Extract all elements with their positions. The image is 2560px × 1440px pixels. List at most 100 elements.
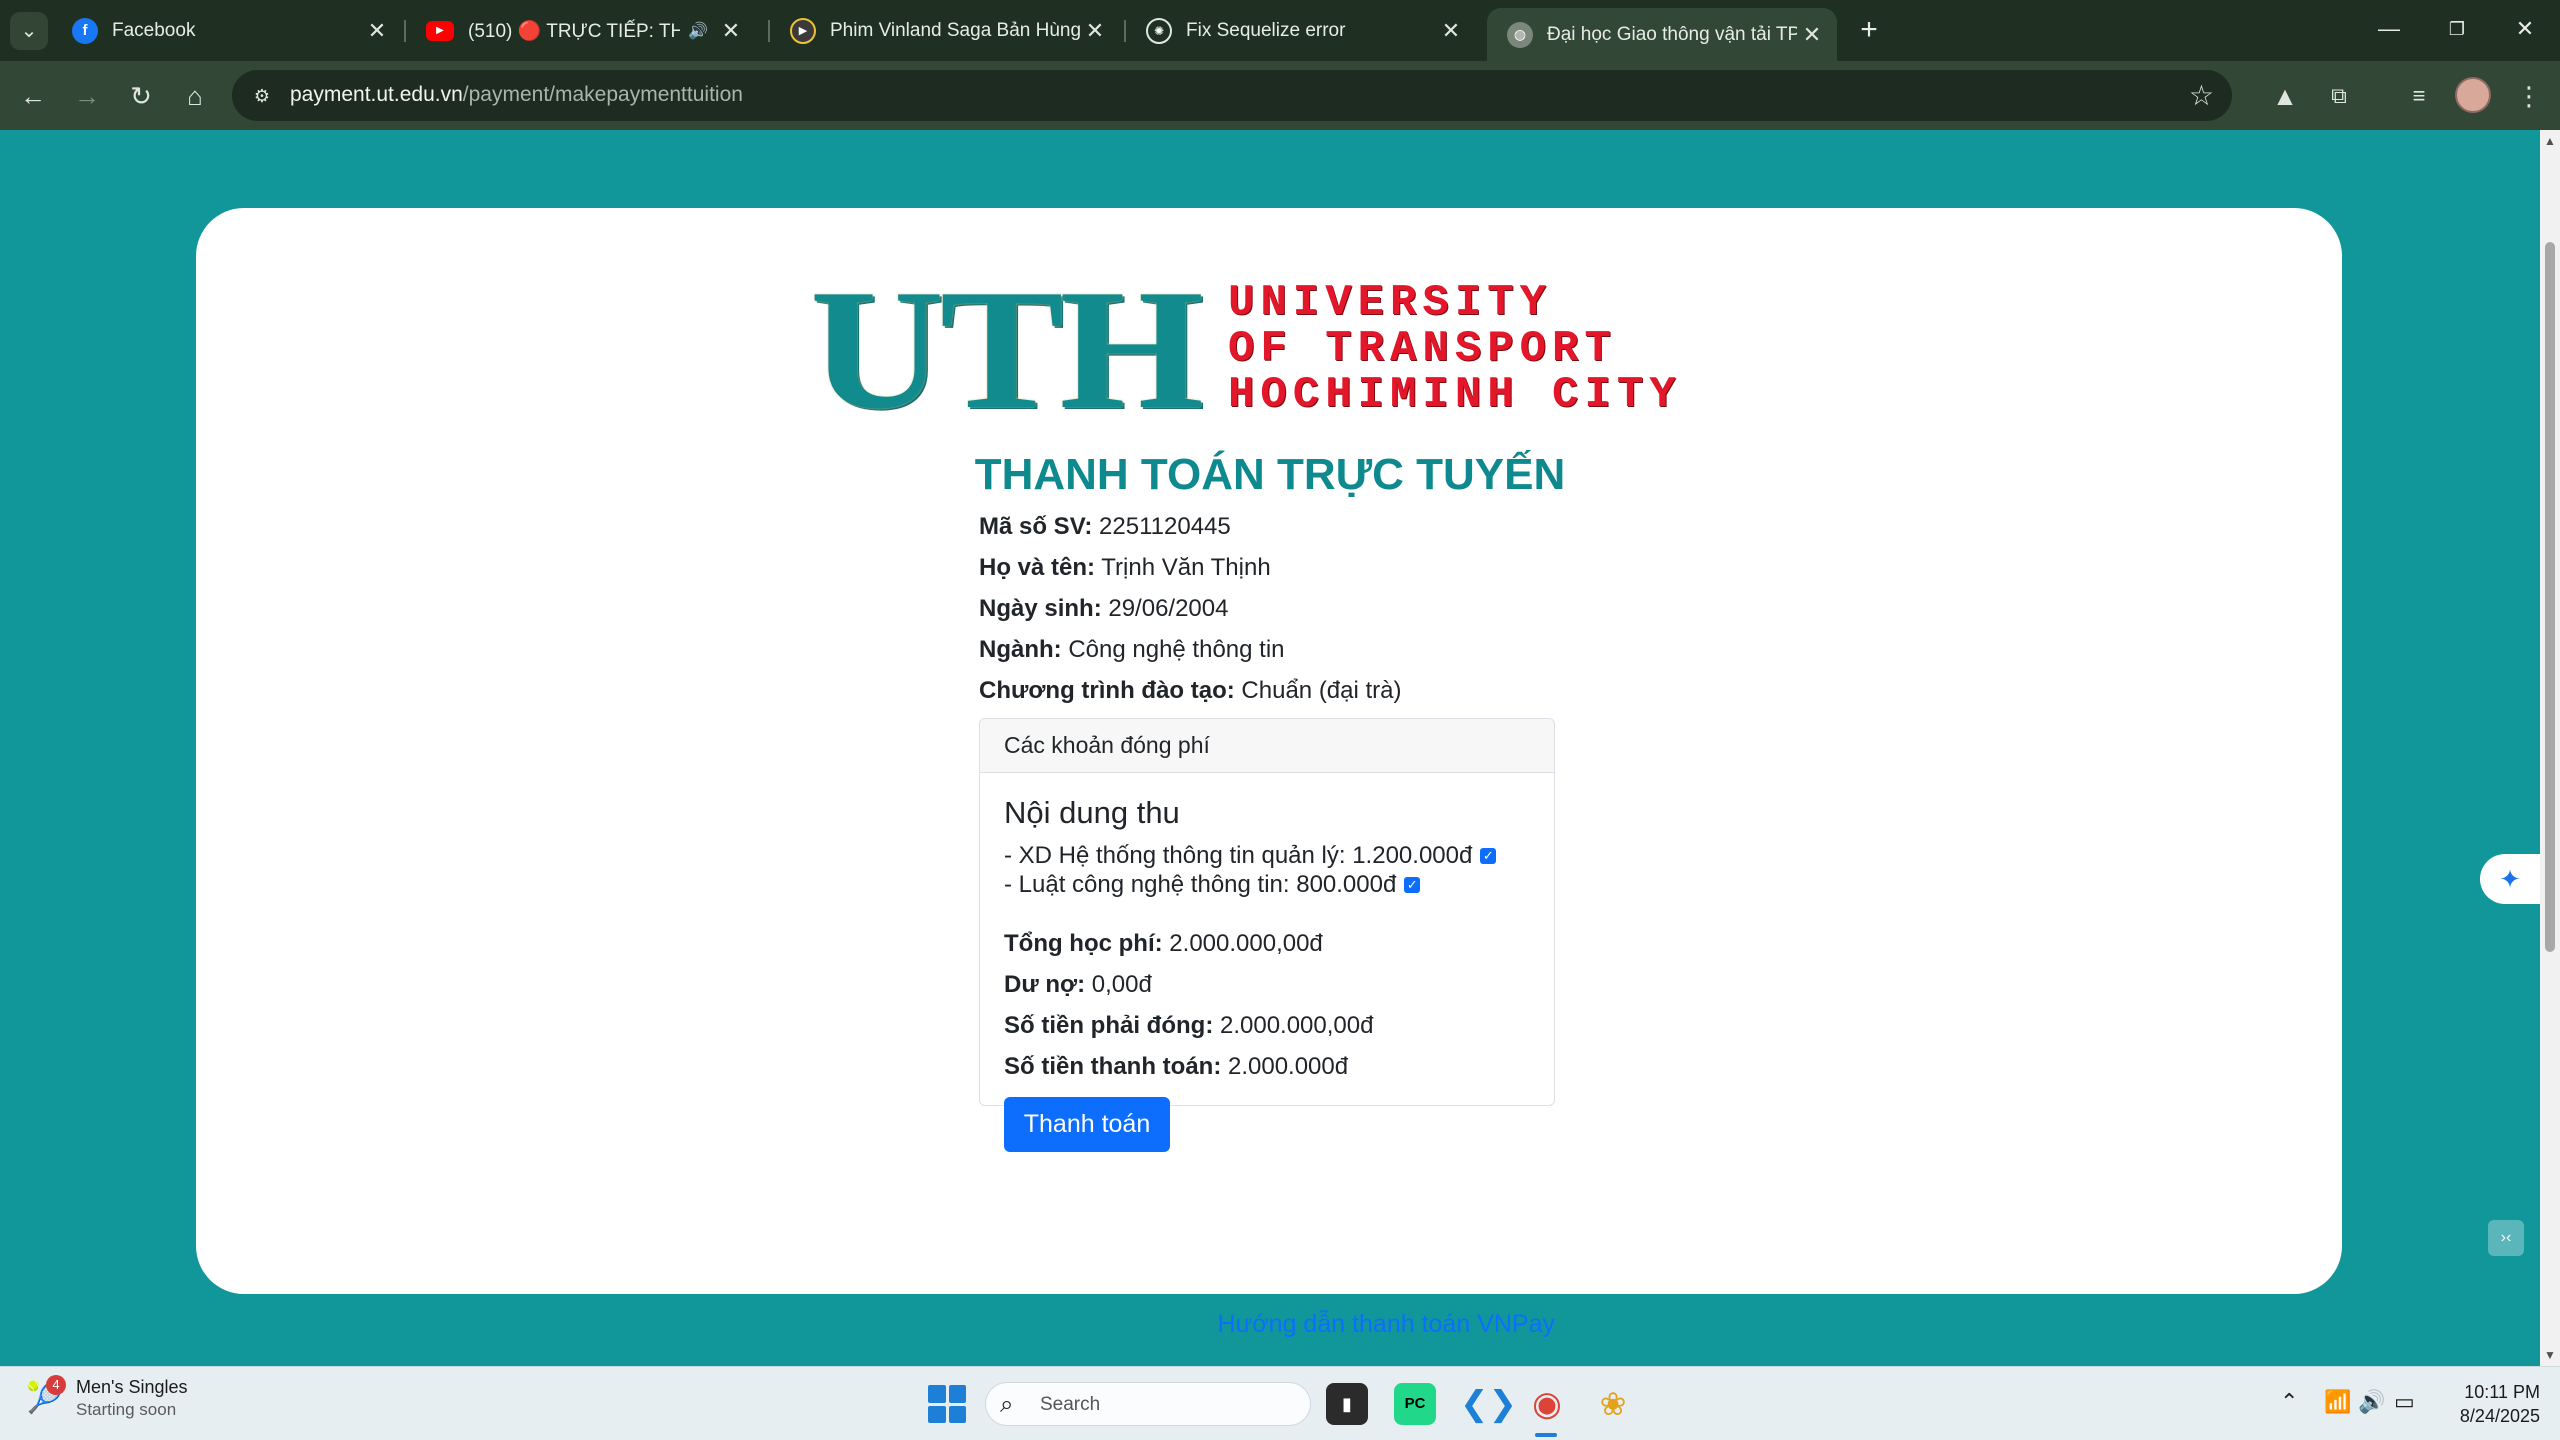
notification-badge: 4	[46, 1374, 66, 1395]
fee-card: Các khoản đóng phí Nội dung thu - XD Hệ …	[979, 718, 1555, 1152]
tab-title: (510) 🔴 TRỰC TIẾP: THE D	[468, 20, 681, 42]
audio-playing-icon[interactable]: 🔊	[688, 21, 708, 41]
clock-time: 10:11 PM	[2464, 1382, 2540, 1402]
search-placeholder: Search	[1040, 1394, 1101, 1415]
tab-uth-active[interactable]: ◍ Đại học Giao thông vận tải TP.H ✕	[1487, 8, 1837, 61]
close-tab-icon[interactable]: ✕	[362, 18, 392, 44]
label: Chương trình đào tạo:	[979, 677, 1235, 704]
total-tuition-row: Tổng học phí: 2.000.000,00đ	[1004, 923, 1530, 964]
address-bar[interactable]: ⚙ payment.ut.edu.vn/payment/makepaymentt…	[232, 70, 2232, 121]
windows-taskbar: 🎾 4 Men's Singles Starting soon ⌕ Search …	[0, 1366, 2560, 1440]
reload-icon[interactable]: ↻	[122, 77, 160, 115]
student-major-row: Ngành: Công nghệ thông tin	[979, 629, 1402, 670]
forward-icon[interactable]: →	[68, 77, 106, 115]
fee-item-checkbox[interactable]: ✓	[1480, 847, 1497, 864]
back-icon[interactable]: ←	[14, 77, 52, 115]
minimize-button[interactable]: —	[2354, 0, 2424, 61]
label: Dư nợ:	[1004, 971, 1086, 998]
label: Ngành:	[979, 636, 1062, 663]
fee-item: - Luật công nghệ thông tin: 800.000đ ✓	[1004, 870, 1530, 899]
globe-icon: ◍	[1507, 21, 1533, 48]
system-clock[interactable]: 10:11 PM 8/24/2025	[2420, 1380, 2540, 1428]
url-path: /payment/makepaymenttuition	[462, 83, 743, 106]
logo-line-2: OF TRANSPORT	[1228, 324, 1617, 374]
debt-value: 0,00đ	[1091, 971, 1152, 998]
fee-item: - XD Hệ thống thông tin quản lý: 1.200.0…	[1004, 841, 1530, 870]
label: Số tiền phải đóng:	[1004, 1012, 1214, 1039]
student-id-row: Mã số SV: 2251120445	[979, 506, 1402, 547]
menu-kebab-icon[interactable]: ⋮	[2510, 77, 2548, 115]
scroll-up-icon[interactable]: ▲	[2543, 134, 2557, 148]
scroll-down-icon[interactable]: ▼	[2543, 1348, 2557, 1362]
tab-facebook[interactable]: f Facebook ✕	[52, 8, 402, 53]
fee-item-checkbox[interactable]: ✓	[1404, 876, 1421, 893]
payment-amount-row: Số tiền thanh toán: 2.000.000đ	[1004, 1046, 1530, 1087]
close-window-button[interactable]: ✕	[2490, 0, 2560, 61]
file-explorer-icon[interactable]: ▮	[1326, 1383, 1368, 1425]
student-name-row: Họ và tên: Trịnh Văn Thịnh	[979, 547, 1402, 588]
debt-row: Dư nợ: 0,00đ	[1004, 964, 1530, 1005]
extensions-puzzle-icon[interactable]: ⧉	[2320, 77, 2358, 115]
logo-letters: UTH	[810, 255, 1204, 445]
pay-button[interactable]: Thanh toán	[1004, 1097, 1170, 1152]
bookmark-star-icon[interactable]: ☆	[2189, 79, 2214, 112]
chameleon-app-icon[interactable]: ❀	[1592, 1383, 1634, 1425]
scroll-thumb[interactable]	[2545, 242, 2555, 952]
battery-icon[interactable]: ▭	[2394, 1389, 2415, 1415]
page-scrollbar[interactable]: ▲ ▼	[2540, 130, 2560, 1366]
student-dob-row: Ngày sinh: 29/06/2004	[979, 588, 1402, 629]
chrome-icon[interactable]: ◉	[1526, 1383, 1568, 1425]
fee-item-text: - XD Hệ thống thông tin quản lý: 1.200.0…	[1004, 842, 1473, 869]
vscode-icon[interactable]: ❮❯	[1460, 1383, 1517, 1425]
student-name-value: Trịnh Văn Thịnh	[1101, 554, 1271, 581]
pycharm-icon[interactable]: PC	[1394, 1383, 1436, 1425]
amount-due-row: Số tiền phải đóng: 2.000.000,00đ	[1004, 1005, 1530, 1046]
tab-title: Phim Vinland Saga Bản Hùng C	[830, 19, 1080, 41]
student-dob-value: 29/06/2004	[1108, 595, 1229, 622]
windows-start-icon[interactable]	[928, 1385, 966, 1423]
tab-search-chevron-icon[interactable]: ⌄	[10, 12, 48, 50]
new-tab-button[interactable]: +	[1850, 12, 1888, 50]
tab-title: Fix Sequelize error	[1186, 19, 1346, 41]
url-text[interactable]: payment.ut.edu.vn/payment/makepaymenttui…	[290, 83, 743, 107]
tab-vinland[interactable]: ▶ Phim Vinland Saga Bản Hùng C ✕	[770, 8, 1120, 53]
close-tab-icon[interactable]: ✕	[1797, 22, 1827, 48]
label: Họ và tên:	[979, 554, 1096, 581]
restore-button[interactable]: ❐	[2422, 0, 2492, 61]
site-info-icon[interactable]: ⚙	[246, 80, 278, 112]
tab-title: Facebook	[112, 19, 196, 41]
total-tuition-value: 2.000.000,00đ	[1169, 930, 1323, 957]
close-tab-icon[interactable]: ✕	[1080, 18, 1110, 44]
wifi-icon[interactable]: 📶	[2324, 1389, 2351, 1415]
youtube-icon: ▶	[426, 20, 454, 41]
tab-chatgpt[interactable]: ✺ Fix Sequelize error ✕	[1126, 8, 1476, 53]
tab-youtube[interactable]: ▶ (510) 🔴 TRỰC TIẾP: THE D 🔊 ✕	[406, 8, 756, 53]
translate-widget-icon[interactable]: ›‹	[2488, 1220, 2524, 1256]
drive-extension-icon[interactable]: ▲	[2266, 77, 2304, 115]
home-icon[interactable]: ⌂	[176, 77, 214, 115]
close-tab-icon[interactable]: ✕	[1436, 18, 1466, 44]
profile-avatar[interactable]	[2455, 77, 2491, 113]
widgets-button[interactable]: 🎾 4 Men's Singles Starting soon	[26, 1374, 188, 1420]
logo-words: UNIVERSITY OF TRANSPORT HOCHIMINH CITY	[1228, 280, 1682, 418]
sparkle-assistant-icon[interactable]: ✦	[2480, 854, 2540, 904]
chatgpt-icon: ✺	[1146, 17, 1172, 44]
widget-subtitle: Starting soon	[76, 1400, 177, 1419]
volume-icon[interactable]: 🔊	[2358, 1389, 2385, 1415]
taskbar-search[interactable]: ⌕ Search	[985, 1382, 1311, 1426]
media-control-icon[interactable]: ≡	[2400, 77, 2438, 115]
label: Tổng học phí:	[1004, 930, 1163, 957]
active-app-indicator	[1535, 1433, 1557, 1437]
tray-overflow-chevron-icon[interactable]: ⌃	[2280, 1389, 2298, 1415]
widget-text: Men's Singles Starting soon	[76, 1377, 188, 1420]
student-id-value: 2251120445	[1099, 513, 1231, 540]
vnpay-guide-link[interactable]: Hướng dẫn thanh toán VNPay	[979, 1310, 1555, 1339]
widget-title: Men's Singles	[76, 1377, 188, 1397]
logo-line-3: HOCHIMINH CITY	[1228, 370, 1682, 420]
tennis-widget-icon: 🎾 4	[26, 1374, 66, 1419]
close-tab-icon[interactable]: ✕	[716, 18, 746, 44]
student-info: Mã số SV: 2251120445 Họ và tên: Trịnh Vă…	[979, 506, 1402, 711]
label: Số tiền thanh toán:	[1004, 1053, 1222, 1080]
uth-logo: UTH UNIVERSITY OF TRANSPORT HOCHIMINH CI…	[810, 264, 1710, 436]
browser-tab-strip: ⌄ f Facebook ✕ ▶ (510) 🔴 TRỰC TIẾP: THE …	[0, 0, 2560, 61]
